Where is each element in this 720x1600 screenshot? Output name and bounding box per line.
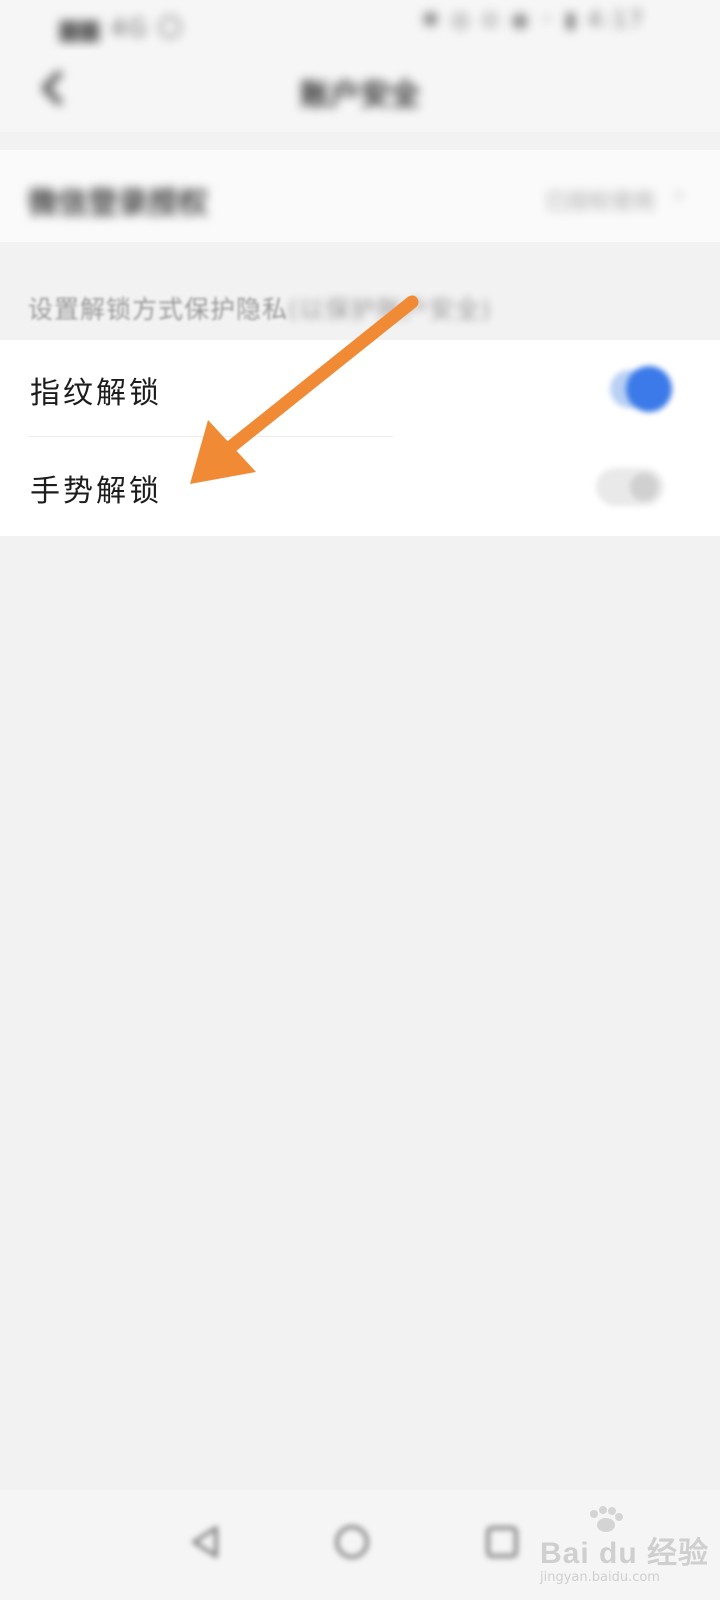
nav-home-icon[interactable] <box>324 1514 380 1570</box>
wechat-auth-item[interactable]: 微信登录授权 已授权使用 › <box>0 150 720 242</box>
baidu-jingyan-watermark: Bai du 经验 jingyan.baidu.com <box>540 1506 710 1590</box>
toggle-knob <box>630 473 658 501</box>
watermark-url: jingyan.baidu.com <box>540 1570 660 1585</box>
unlock-options-card: 指纹解锁 手势解锁 <box>0 340 720 536</box>
fingerprint-unlock-label: 指纹解锁 <box>30 376 162 411</box>
nav-back-icon[interactable] <box>178 1514 234 1570</box>
app-header: 账户安全 <box>0 50 720 132</box>
section-hint-blurred-text: (以保护账户安全) <box>288 295 492 324</box>
gesture-unlock-row[interactable]: 手势解锁 <box>0 438 720 536</box>
watermark-brand: Bai du 经验 <box>540 1537 710 1570</box>
fingerprint-unlock-toggle[interactable] <box>610 366 672 412</box>
wechat-auth-label: 微信登录授权 <box>28 186 208 221</box>
status-icons-text: ✱ ◎ ⊙ ◉ ◦ ▮ 4:17 <box>421 8 645 33</box>
chevron-right-icon: › <box>673 180 684 210</box>
nav-recent-icon[interactable] <box>474 1514 530 1570</box>
gesture-unlock-toggle[interactable] <box>596 468 664 506</box>
fingerprint-unlock-row[interactable]: 指纹解锁 <box>0 340 720 438</box>
status-bar: ▆▆ 4G 〇 ✱ ◎ ⊙ ◉ ◦ ▮ 4:17 <box>0 0 720 50</box>
divider <box>28 436 393 437</box>
page-title: 账户安全 <box>300 78 420 113</box>
gesture-unlock-label: 手势解锁 <box>30 474 162 509</box>
toggle-knob <box>626 366 672 412</box>
section-hint: 设置解锁方式保护隐私(以保护账户安全) <box>28 290 492 326</box>
section-hint-text: 设置解锁方式保护隐私 <box>28 295 289 324</box>
wechat-auth-value: 已授权使用 <box>544 190 655 215</box>
status-signal-text: ▆▆ 4G 〇 <box>60 14 185 42</box>
